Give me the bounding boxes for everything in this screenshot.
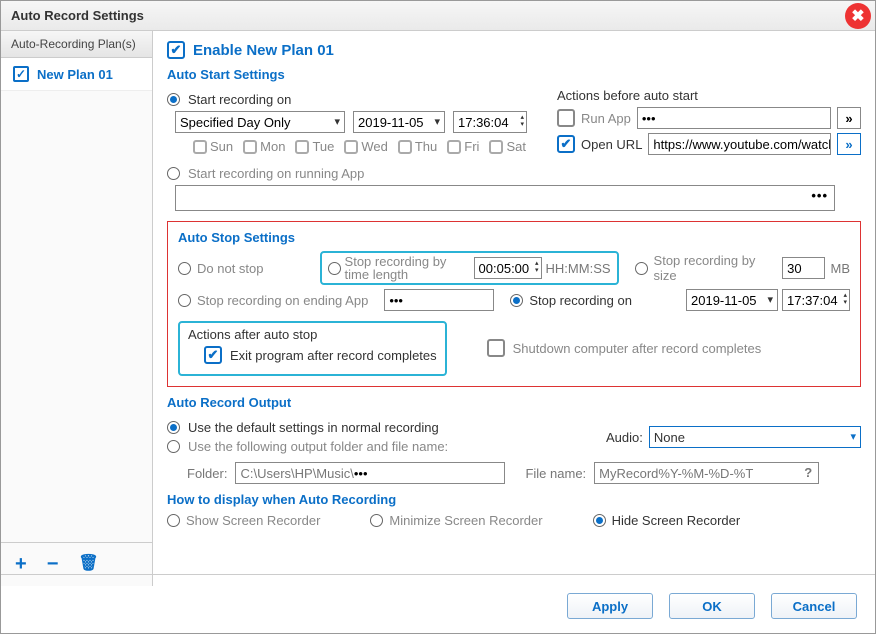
run-app-input[interactable]: ••• (637, 107, 831, 129)
label-start-on-app: Start recording on running App (188, 166, 364, 181)
cancel-button[interactable]: Cancel (771, 593, 857, 619)
ellipsis-icon: ••• (354, 466, 368, 481)
audio-label: Audio: (606, 430, 643, 445)
ellipsis-icon: ••• (389, 293, 403, 308)
actions-after-stop-group: Actions after auto stop Exit program aft… (178, 321, 447, 376)
enable-plan-label: Enable New Plan 01 (193, 42, 334, 59)
ok-button[interactable]: OK (669, 593, 755, 619)
add-plan-icon[interactable]: + (15, 553, 27, 576)
remove-plan-icon[interactable]: − (47, 553, 59, 576)
label-actions-after: Actions after auto stop (188, 327, 317, 342)
folder-label: Folder: (187, 466, 227, 481)
radio-stop-by-time[interactable] (328, 262, 341, 275)
day-thu[interactable] (398, 140, 412, 154)
stop-size-input[interactable]: 30 (782, 257, 824, 279)
radio-start-on[interactable] (167, 93, 180, 106)
label-stop-by-size: Stop recording by size (654, 253, 777, 283)
sidebar: Auto-Recording Plan(s) ✓ New Plan 01 + −… (1, 31, 153, 586)
main-panel: Enable New Plan 01 Auto Start Settings S… (153, 31, 875, 586)
ellipsis-icon: ••• (811, 188, 828, 203)
label-mb: MB (831, 261, 851, 276)
window-title: Auto Record Settings (11, 8, 144, 23)
open-url-go-icon[interactable]: » (837, 133, 861, 155)
label-start-on: Start recording on (188, 92, 291, 107)
day-sat[interactable] (489, 140, 503, 154)
label-do-not-stop: Do not stop (197, 261, 264, 276)
label-stop-recording-on: Stop recording on (529, 293, 632, 308)
day-wed[interactable] (344, 140, 358, 154)
folder-input[interactable]: C:\Users\HP\Music\••• (235, 462, 505, 484)
radio-display-hide[interactable] (593, 514, 606, 527)
day-checkboxes: Sun Mon Tue Wed Thu Fri Sat (193, 139, 527, 154)
ellipsis-icon: ••• (642, 111, 656, 126)
day-tue[interactable] (295, 140, 309, 154)
radio-stop-recording-on[interactable] (510, 294, 523, 307)
auto-stop-group: Auto Stop Settings Do not stop Stop reco… (167, 221, 861, 387)
stop-by-time-group: Stop recording by time length 00:05:00 H… (320, 251, 619, 285)
radio-start-on-app[interactable] (167, 167, 180, 180)
sidebar-item-plan[interactable]: ✓ New Plan 01 (1, 58, 152, 91)
label-actions-before: Actions before auto start (557, 88, 698, 103)
label-display-minimize: Minimize Screen Recorder (389, 513, 542, 528)
label-shutdown: Shutdown computer after record completes (513, 341, 762, 356)
open-url-checkbox[interactable] (557, 135, 575, 153)
radio-do-not-stop[interactable] (178, 262, 191, 275)
titlebar: Auto Record Settings ✖ (1, 1, 875, 31)
radio-output-default[interactable] (167, 421, 180, 434)
dialog-buttons: Apply OK Cancel (567, 593, 857, 619)
label-stop-ending-app: Stop recording on ending App (197, 293, 368, 308)
delete-plan-icon[interactable]: 🗑 (78, 553, 98, 576)
section-auto-start: Auto Start Settings (167, 67, 861, 82)
label-display-show: Show Screen Recorder (186, 513, 320, 528)
audio-select[interactable]: None (649, 426, 861, 448)
sidebar-tab[interactable]: Auto-Recording Plan(s) (1, 31, 152, 58)
section-output: Auto Record Output (167, 395, 861, 410)
label-display-hide: Hide Screen Recorder (612, 513, 741, 528)
label-hhmmss: HH:MM:SS (546, 261, 611, 276)
open-url-label: Open URL (581, 137, 642, 152)
sidebar-actions: + − 🗑 (1, 542, 152, 586)
plan-label: New Plan 01 (37, 67, 113, 82)
running-app-input[interactable]: ••• (175, 185, 835, 211)
start-date-select[interactable]: 2019-11-05 (353, 111, 445, 133)
help-icon[interactable]: ? (804, 465, 812, 480)
section-display: How to display when Auto Recording (167, 492, 861, 507)
stop-time-spinner[interactable]: 00:05:00 (474, 257, 542, 279)
filename-input[interactable]: MyRecord%Y-%M-%D-%T? (594, 462, 819, 484)
filename-label: File name: (525, 466, 586, 481)
check-icon: ✓ (13, 66, 29, 82)
shutdown-checkbox[interactable] (487, 339, 505, 357)
open-url-input[interactable]: https://www.youtube.com/watch?v (648, 133, 831, 155)
radio-display-minimize[interactable] (370, 514, 383, 527)
radio-stop-by-size[interactable] (635, 262, 648, 275)
label-stop-by-time: Stop recording by time length (345, 255, 470, 281)
radio-stop-ending-app[interactable] (178, 294, 191, 307)
day-fri[interactable] (447, 140, 461, 154)
run-app-label: Run App (581, 111, 631, 126)
stop-date-select[interactable]: 2019-11-05 (686, 289, 778, 311)
apply-button[interactable]: Apply (567, 593, 653, 619)
enable-plan-checkbox[interactable] (167, 41, 185, 59)
run-app-checkbox[interactable] (557, 109, 575, 127)
close-icon[interactable]: ✖ (845, 3, 871, 29)
auto-record-dialog: Auto Record Settings ✖ Auto-Recording Pl… (0, 0, 876, 634)
day-mon[interactable] (243, 140, 257, 154)
radio-output-custom[interactable] (167, 440, 180, 453)
day-sun[interactable] (193, 140, 207, 154)
radio-display-show[interactable] (167, 514, 180, 527)
ending-app-input[interactable]: ••• (384, 289, 494, 311)
stop-time-at-spinner[interactable]: 17:37:04 (782, 289, 850, 311)
label-output-default: Use the default settings in normal recor… (188, 420, 439, 435)
exit-program-checkbox[interactable] (204, 346, 222, 364)
start-time-spinner[interactable]: 17:36:04 (453, 111, 527, 133)
schedule-mode-select[interactable]: Specified Day Only (175, 111, 345, 133)
section-auto-stop: Auto Stop Settings (178, 230, 850, 245)
label-output-custom: Use the following output folder and file… (188, 439, 448, 454)
label-exit-program: Exit program after record completes (230, 348, 437, 363)
run-app-go-icon[interactable]: » (837, 107, 861, 129)
